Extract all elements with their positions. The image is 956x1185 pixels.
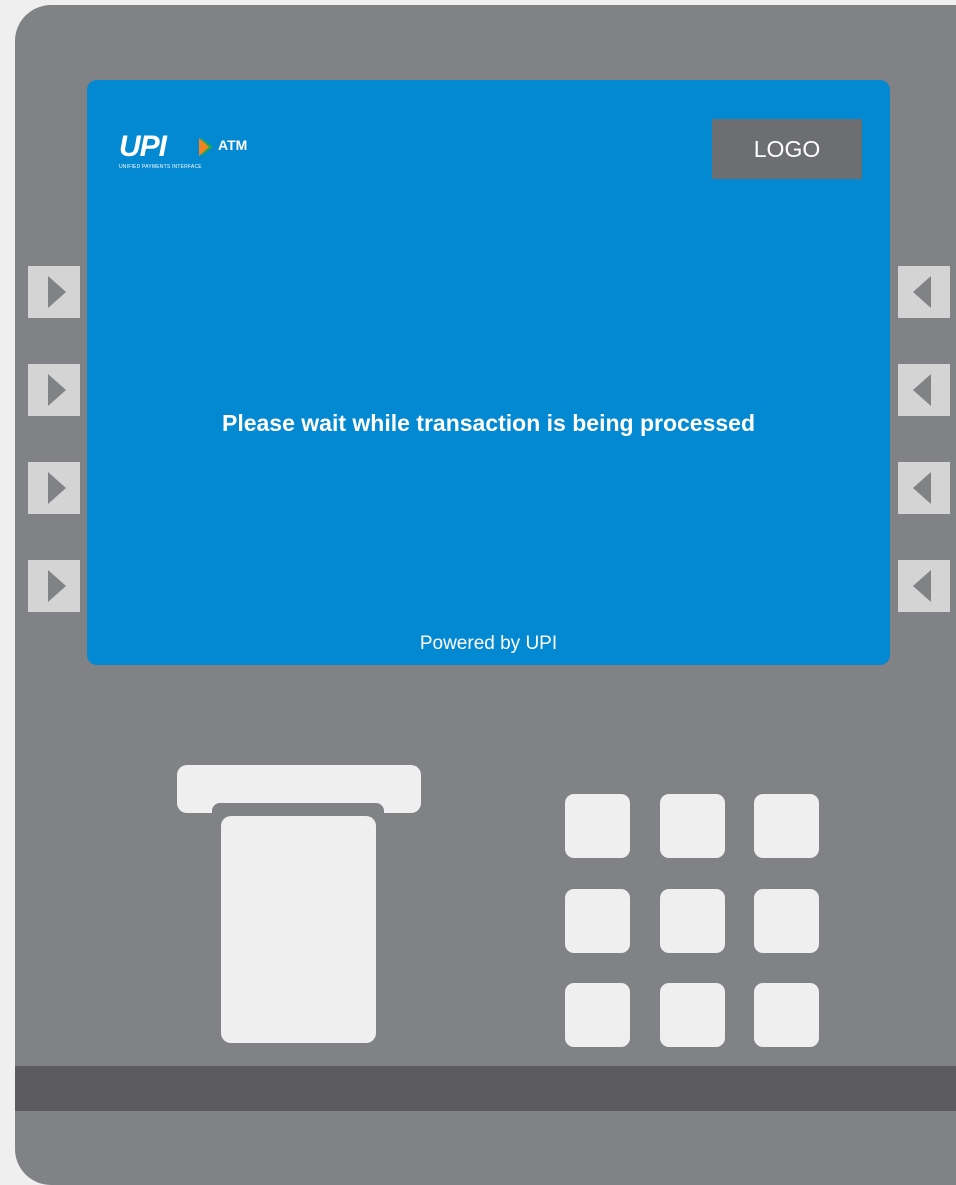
right-function-button-4[interactable] [898, 560, 950, 612]
bank-logo-placeholder: LOGO [712, 119, 862, 179]
keypad-key[interactable] [565, 983, 630, 1047]
arrow-right-icon [48, 276, 66, 308]
arrow-left-icon [913, 276, 931, 308]
left-function-button-2[interactable] [28, 364, 80, 416]
keypad-key[interactable] [660, 983, 725, 1047]
left-function-button-3[interactable] [28, 462, 80, 514]
upi-tagline: UNIFIED PAYMENTS INTERFACE [119, 164, 202, 170]
powered-by-text: Powered by UPI [419, 633, 558, 654]
keypad-key[interactable] [754, 889, 819, 953]
keypad-key[interactable] [660, 889, 725, 953]
left-function-button-1[interactable] [28, 266, 80, 318]
upi-atm-logo: UPI ATM UNIFIED PAYMENTS INTERFACE [119, 132, 279, 174]
keypad-key[interactable] [565, 794, 630, 858]
upi-logo-mark: UPI [119, 130, 167, 163]
right-function-button-3[interactable] [898, 462, 950, 514]
arrow-right-icon [48, 570, 66, 602]
keypad-key[interactable] [660, 794, 725, 858]
right-function-button-2[interactable] [898, 364, 950, 416]
keypad-key[interactable] [754, 794, 819, 858]
upi-atm-suffix: ATM [218, 137, 248, 153]
right-function-button-1[interactable] [898, 266, 950, 318]
arrow-right-icon [48, 472, 66, 504]
arrow-left-icon [913, 570, 931, 602]
left-function-button-4[interactable] [28, 560, 80, 612]
keypad-key[interactable] [754, 983, 819, 1047]
upi-arrow-icon [199, 138, 213, 156]
card-icon[interactable] [221, 816, 376, 1043]
arrow-left-icon [913, 374, 931, 406]
keypad-key[interactable] [565, 889, 630, 953]
arrow-right-icon [48, 374, 66, 406]
atm-screen: UPI ATM UNIFIED PAYMENTS INTERFACE LOGO … [87, 80, 890, 665]
status-message: Please wait while transaction is being p… [221, 410, 756, 436]
bottom-strip [15, 1066, 956, 1111]
arrow-left-icon [913, 472, 931, 504]
